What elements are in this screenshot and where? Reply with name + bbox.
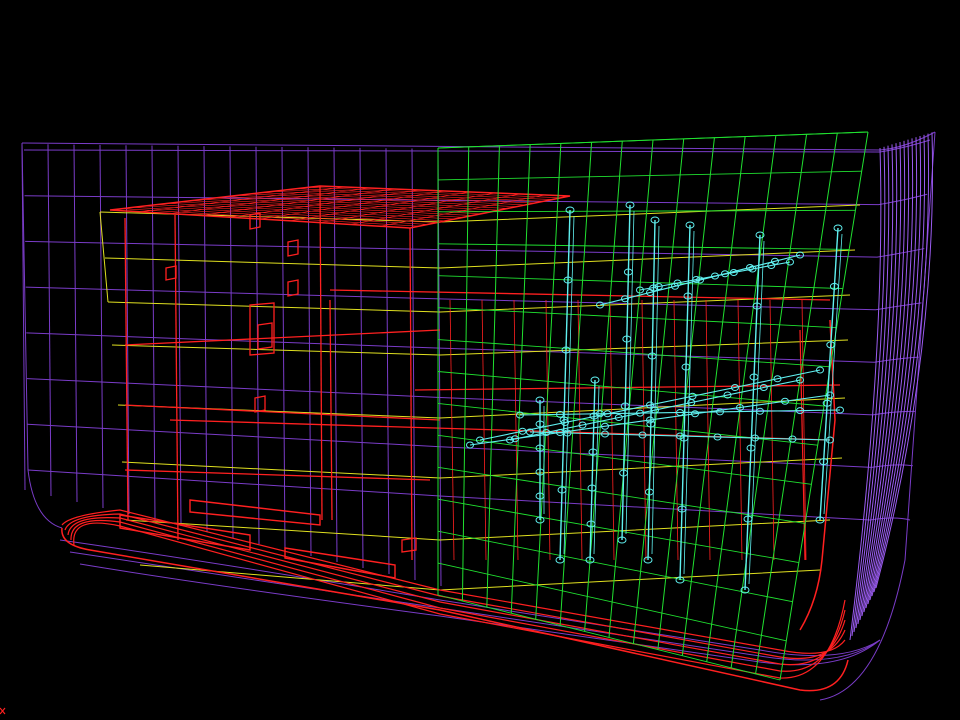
hull-station: [73, 144, 78, 503]
bulkhead-wall: [319, 185, 323, 521]
hull-station: [385, 148, 390, 575]
bottom-shell: [64, 513, 846, 660]
bulkhead-wall: [174, 214, 179, 541]
hull-station: [99, 144, 104, 509]
hull-station: [333, 147, 338, 563]
pipe-riser: [744, 234, 761, 591]
hull-waterline: [26, 332, 919, 363]
deck-planes: [99, 204, 861, 591]
compartment: [165, 265, 177, 281]
bottom-girder: [284, 547, 396, 579]
red-frame: [609, 299, 615, 561]
compartment: [257, 322, 273, 350]
green-longitudinal: [437, 530, 793, 603]
hull-keel-line: [69, 551, 881, 661]
bow-rib: [857, 143, 898, 625]
pipe-riser: [823, 233, 843, 515]
hull-station: [307, 147, 312, 557]
red-frame: [449, 299, 455, 561]
cyan-piping: [466, 201, 844, 594]
green-longitudinal: [437, 594, 781, 681]
green-longitudinal: [437, 307, 837, 329]
compartment: [287, 279, 299, 297]
pipe-riser: [819, 227, 839, 521]
bottom-girder: [119, 514, 251, 551]
axis-marker-icon: [0, 707, 6, 715]
hull-waterline: [25, 286, 922, 311]
compartment: [254, 395, 266, 413]
hull-waterline: [24, 193, 928, 206]
hull-station: [359, 147, 364, 569]
compartment: [401, 537, 417, 553]
bottom-shell: [70, 519, 846, 672]
compartment: [249, 212, 261, 230]
compartment: [287, 239, 299, 257]
hull-keel-line: [59, 539, 881, 657]
hull-station: [21, 143, 26, 491]
bottom-girder: [189, 499, 321, 526]
deck-line: [104, 249, 856, 269]
hull-waterline: [27, 469, 911, 521]
green-longitudinal: [437, 498, 799, 564]
hull-station: [47, 144, 52, 497]
bulkhead-wall: [409, 227, 413, 561]
hull-waterline: [23, 139, 931, 153]
pipe-riser: [621, 204, 631, 541]
pipe-riser: [651, 225, 660, 555]
red-girder: [414, 384, 841, 391]
bottom-shell: [61, 527, 849, 692]
hull-bow-edge: [819, 131, 936, 701]
bulkhead-wall: [329, 299, 333, 521]
wireframe-model: [21, 131, 936, 701]
red-girder: [124, 404, 441, 421]
wireframe-viewport[interactable]: [0, 0, 960, 720]
red-frame: [769, 299, 775, 561]
red-frame: [737, 299, 743, 561]
